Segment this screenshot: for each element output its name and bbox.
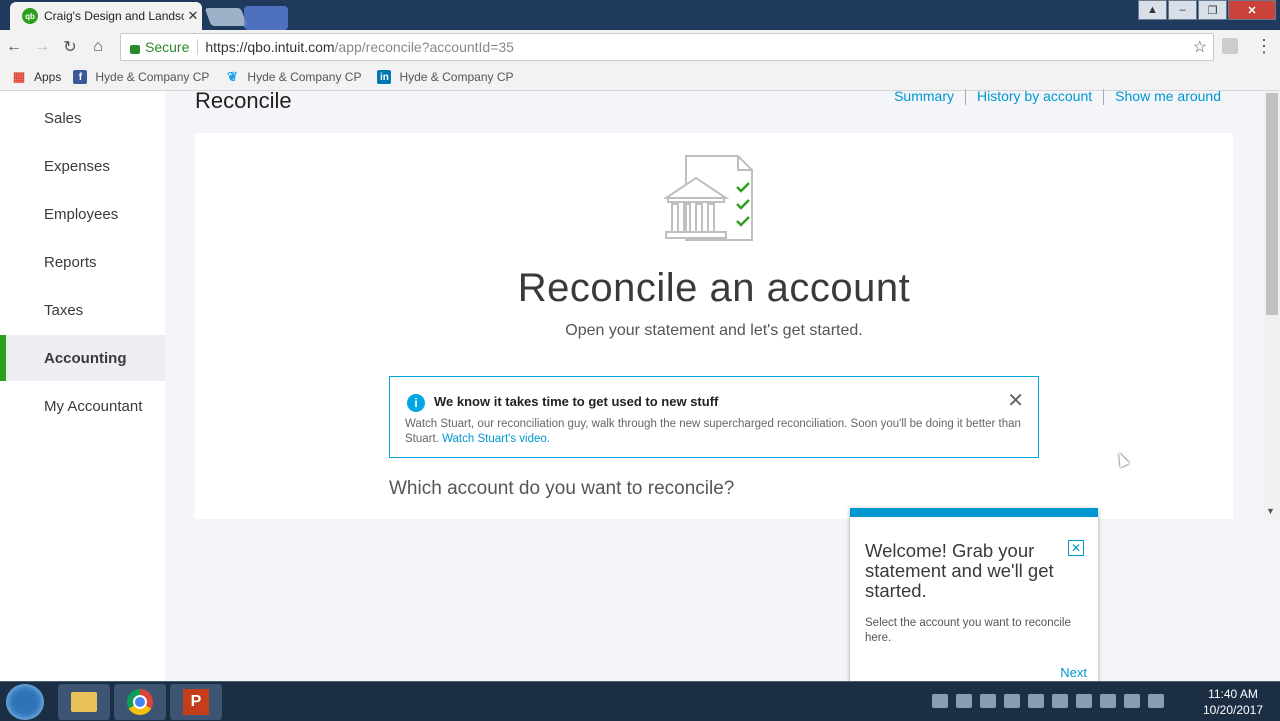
close-notice-icon[interactable]: ✕ bbox=[1007, 388, 1024, 413]
sidebar-item-sales[interactable]: Sales bbox=[0, 95, 165, 141]
powerpoint-icon: P bbox=[183, 689, 209, 715]
sidebar-item-label: Taxes bbox=[44, 301, 84, 319]
chrome-taskbar-button[interactable] bbox=[114, 684, 166, 720]
tray-app-icon[interactable] bbox=[932, 694, 948, 708]
url-path: /app/reconcile?accountId=35 bbox=[334, 39, 514, 55]
user-icon[interactable]: ▲ bbox=[1138, 0, 1167, 20]
reload-icon[interactable]: ↻ bbox=[56, 37, 84, 57]
tooltip-body: Select the account you want to reconcile… bbox=[865, 617, 1071, 644]
tab-close-icon[interactable]: ✕ bbox=[184, 8, 202, 24]
url-host: https://qbo.intuit.com bbox=[205, 39, 335, 55]
next-button[interactable]: Next bbox=[1060, 665, 1087, 680]
new-tab-button[interactable] bbox=[204, 8, 248, 26]
left-navigation: Sales Expenses Employees Reports Taxes A… bbox=[0, 91, 165, 681]
linkedin-icon: in bbox=[377, 70, 392, 84]
apps-grid-icon: ▦ bbox=[12, 69, 26, 84]
sidebar-item-label: My Accountant bbox=[44, 397, 143, 415]
tray-app-icon[interactable] bbox=[1004, 694, 1020, 708]
file-explorer-icon bbox=[71, 692, 97, 712]
maximize-button[interactable]: ❐ bbox=[1198, 0, 1227, 20]
sidebar-item-label: Employees bbox=[44, 205, 119, 223]
bookmark-apps[interactable]: ▦ Apps bbox=[12, 69, 62, 84]
page-links: Summary History by account Show me aroun… bbox=[883, 88, 1232, 105]
home-icon[interactable]: ⌂ bbox=[84, 38, 112, 56]
show-me-around-link[interactable]: Show me around bbox=[1104, 88, 1232, 105]
browser-toolbar: ← → ↻ ⌂ Secure https://qbo.intuit.com/ap… bbox=[0, 30, 1280, 64]
address-divider bbox=[197, 39, 199, 55]
sidebar-item-my-accountant[interactable]: My Accountant bbox=[0, 383, 165, 429]
tray-app-icon[interactable] bbox=[956, 694, 972, 708]
welcome-tooltip: Welcome! Grab your statement and we'll g… bbox=[850, 508, 1098, 691]
tooltip-title: Welcome! Grab your statement and we'll g… bbox=[865, 540, 1054, 601]
tray-app-icon[interactable] bbox=[1052, 694, 1068, 708]
quickbooks-favicon-icon: qb bbox=[22, 8, 38, 24]
taskbar-clock[interactable]: 11:40 AM 10/20/2017 bbox=[1198, 686, 1268, 718]
sidebar-item-taxes[interactable]: Taxes bbox=[0, 287, 165, 333]
info-icon: i bbox=[407, 394, 425, 412]
volume-icon[interactable] bbox=[1148, 694, 1164, 708]
bookmark-label: Apps bbox=[34, 70, 62, 84]
address-bar[interactable]: Secure https://qbo.intuit.com/app/reconc… bbox=[120, 33, 1214, 61]
clock-time: 11:40 AM bbox=[1208, 687, 1258, 701]
forward-icon[interactable]: → bbox=[28, 38, 56, 56]
close-window-button[interactable]: ✕ bbox=[1228, 0, 1276, 20]
system-tray bbox=[932, 694, 1172, 708]
secure-label: Secure bbox=[145, 39, 190, 55]
bookmark-label: Hyde & Company CP bbox=[95, 70, 210, 84]
profile-icon[interactable] bbox=[244, 6, 288, 30]
hero-title: Reconcile an account bbox=[517, 266, 911, 310]
sidebar-item-employees[interactable]: Employees bbox=[0, 191, 165, 237]
browser-tab[interactable]: qb Craig's Design and Landscaping ✕ bbox=[10, 2, 202, 30]
notice-body: Watch Stuart, our reconciliation guy, wa… bbox=[405, 417, 1025, 447]
sidebar-item-label: Sales bbox=[44, 109, 82, 127]
bookmark-linkedin[interactable]: in Hyde & Company CP bbox=[377, 70, 514, 84]
bank-statement-illustration-icon bbox=[664, 155, 753, 241]
window-controls: ▲ – ❐ ✕ bbox=[1137, 0, 1276, 20]
tab-title: Craig's Design and Landscaping bbox=[44, 9, 184, 23]
summary-link[interactable]: Summary bbox=[883, 88, 965, 105]
sidebar-item-expenses[interactable]: Expenses bbox=[0, 143, 165, 189]
bookmark-label: Hyde & Company CP bbox=[399, 70, 514, 84]
network-icon[interactable] bbox=[1124, 694, 1140, 708]
scroll-down-icon[interactable]: ▼ bbox=[1266, 506, 1275, 516]
sidebar-item-label: Reports bbox=[44, 253, 97, 271]
windows-taskbar: P 11:40 AM 10/20/2017 bbox=[0, 681, 1280, 721]
watch-video-link[interactable]: Watch Stuart's video. bbox=[442, 433, 550, 445]
windows-start-button[interactable] bbox=[6, 684, 44, 720]
powerpoint-taskbar-button[interactable]: P bbox=[170, 684, 222, 720]
account-question: Which account do you want to reconcile? bbox=[389, 478, 735, 499]
page-title: Reconcile bbox=[195, 88, 292, 113]
hero-subtitle: Open your statement and let's get starte… bbox=[565, 322, 863, 339]
sidebar-item-label: Expenses bbox=[44, 157, 110, 175]
browser-tab-strip: qb Craig's Design and Landscaping ✕ ▲ – … bbox=[0, 0, 1280, 30]
bookmark-label: Hyde & Company CP bbox=[247, 70, 362, 84]
facebook-icon: f bbox=[73, 70, 88, 84]
extension-icon[interactable] bbox=[1222, 38, 1238, 54]
back-icon[interactable]: ← bbox=[0, 38, 28, 56]
file-explorer-taskbar-button[interactable] bbox=[58, 684, 110, 720]
history-by-account-link[interactable]: History by account bbox=[966, 88, 1103, 105]
bookmark-facebook[interactable]: f Hyde & Company CP bbox=[73, 70, 209, 84]
notice-title: We know it takes time to get used to new… bbox=[434, 394, 719, 409]
browser-menu-icon[interactable]: ⋮ bbox=[1255, 36, 1273, 57]
tray-app-icon[interactable] bbox=[1028, 694, 1044, 708]
minimize-button[interactable]: – bbox=[1168, 0, 1197, 20]
clock-date: 10/20/2017 bbox=[1202, 703, 1264, 717]
info-notice: i We know it takes time to get used to n… bbox=[389, 376, 1039, 458]
bookmarks-bar: ▦ Apps f Hyde & Company CP ❦ Hyde & Comp… bbox=[0, 64, 1280, 91]
tooltip-close-icon[interactable]: ✕ bbox=[1068, 540, 1084, 556]
tray-app-icon[interactable] bbox=[1100, 694, 1116, 708]
lock-icon bbox=[130, 44, 140, 54]
twitter-icon: ❦ bbox=[226, 69, 238, 84]
bookmark-star-icon[interactable]: ☆ bbox=[1193, 37, 1207, 57]
bookmark-twitter[interactable]: ❦ Hyde & Company CP bbox=[225, 69, 362, 84]
sidebar-item-accounting[interactable]: Accounting bbox=[0, 335, 165, 381]
chrome-icon bbox=[127, 689, 153, 715]
tray-app-icon[interactable] bbox=[1076, 694, 1092, 708]
scrollbar-thumb[interactable] bbox=[1266, 93, 1278, 315]
sidebar-item-reports[interactable]: Reports bbox=[0, 239, 165, 285]
sidebar-item-label: Accounting bbox=[44, 349, 127, 367]
tray-app-icon[interactable] bbox=[980, 694, 996, 708]
